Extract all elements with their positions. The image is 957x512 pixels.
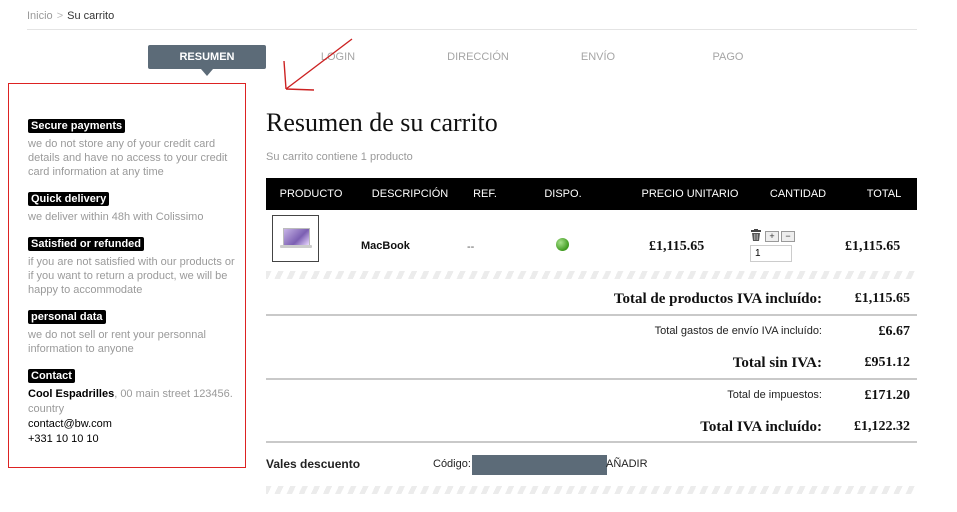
header-precio-unitario: PRECIO UNITARIO [641,188,739,200]
product-thumbnail[interactable] [272,215,319,262]
quantity-decrease-button[interactable]: − [781,231,795,242]
voucher-title: Vales descuento [266,457,361,471]
reassurance-refund: Satisfied or refunded if you are not sat… [28,234,238,297]
secure-payments-text: we do not store any of your credit card … [28,138,228,178]
cart-table-header: PRODUCTO DESCRIPCIÓN REF. DISPO. PRECIO … [266,178,917,210]
total-shipping-label: Total gastos de envío IVA incluído: [654,325,822,337]
product-description[interactable]: MacBook [361,240,410,252]
step-envio[interactable]: ENVÍO [568,45,628,69]
total-incl-tax-label: Total IVA incluído: [700,419,822,435]
unit-price: £1,115.65 [649,239,705,254]
order-steps: RESUMEN LOGIN DIRECCIÓN ENVÍO PAGO [148,45,918,77]
quick-delivery-title: Quick delivery [28,192,110,206]
step-direccion[interactable]: DIRECCIÓN [428,45,528,69]
hatch-divider [266,486,917,494]
laptop-screen-image [283,228,310,246]
total-tax-row: Total de impuestos: £171.20 [266,388,917,406]
personal-data-title: personal data [28,310,106,324]
total-tax-label: Total de impuestos: [727,389,822,401]
cart-summary: Su carrito contiene 1 producto [266,151,413,163]
quick-delivery-text: we deliver within 48h with Colissimo [28,211,204,223]
contact-phone: +331 10 10 10 [28,433,99,445]
voucher-code-input[interactable] [472,455,607,475]
in-stock-icon [556,238,569,251]
hatch-divider [266,271,917,279]
total-excl-tax-value: £951.12 [864,355,911,370]
total-products-label: Total de productos IVA incluído: [613,291,822,307]
total-excl-tax-row: Total sin IVA: £951.12 [266,355,917,373]
total-products-value: £1,115.65 [854,291,910,306]
divider [266,378,917,380]
total-incl-tax-row: Total IVA incluído: £1,122.32 [266,419,917,437]
reassurance-secure: Secure payments we do not store any of y… [28,116,238,179]
total-excl-tax-label: Total sin IVA: [732,355,822,371]
reassurance-box: Secure payments we do not store any of y… [8,83,246,468]
header-total: TOTAL [866,188,902,200]
total-shipping-value: £6.67 [878,324,911,339]
contact-title: Contact [28,369,75,383]
trash-icon[interactable] [750,229,762,241]
divider [266,314,917,316]
header-dispo: DISPO. [544,188,582,200]
reassurance-contact: Contact Cool Espadrilles, 00 main street… [28,366,238,447]
product-ref: -- [467,241,475,253]
step-pago[interactable]: PAGO [698,45,758,69]
refund-text: if you are not satisfied with our produc… [28,256,235,296]
header-ref: REF. [473,188,497,200]
personal-data-text: we do not sell or rent your personnal in… [28,329,206,355]
header-producto: PRODUCTO [279,188,343,200]
refund-title: Satisfied or refunded [28,237,145,251]
contact-email[interactable]: contact@bw.com [28,417,238,432]
contact-address: Cool Espadrilles, 00 main street 123456.… [28,387,238,417]
laptop-base-image [280,245,312,248]
red-arrow-annotation [283,38,353,91]
voucher-code-label: Código: [433,458,471,470]
divider [27,29,917,30]
step-resumen[interactable]: RESUMEN [148,45,266,76]
reassurance-delivery: Quick delivery we deliver within 48h wit… [28,189,238,224]
breadcrumb: Inicio > Su carrito [27,10,114,22]
divider [266,441,917,443]
breadcrumb-separator: > [56,10,64,22]
voucher-add-button[interactable]: AÑADIR [606,458,648,470]
total-incl-tax-value: £1,122.32 [854,419,910,434]
company-name: Cool Espadrilles [28,388,115,400]
quantity-input[interactable] [750,245,792,262]
breadcrumb-home-link[interactable]: Inicio [27,10,53,22]
secure-payments-title: Secure payments [28,119,126,133]
breadcrumb-current: Su carrito [67,10,115,22]
line-total: £1,115.65 [845,239,901,254]
total-tax-value: £171.20 [864,388,911,403]
page-title: Resumen de su carrito [266,108,498,137]
total-shipping-row: Total gastos de envío IVA incluído: £6.6… [266,324,917,342]
reassurance-personal-data: personal data we do not sell or rent you… [28,307,238,356]
header-descripcion: DESCRIPCIÓN [371,188,449,200]
total-products-row: Total de productos IVA incluído: £1,115.… [266,291,917,309]
quantity-increase-button[interactable]: + [765,231,779,242]
header-cantidad: CANTIDAD [769,188,827,200]
